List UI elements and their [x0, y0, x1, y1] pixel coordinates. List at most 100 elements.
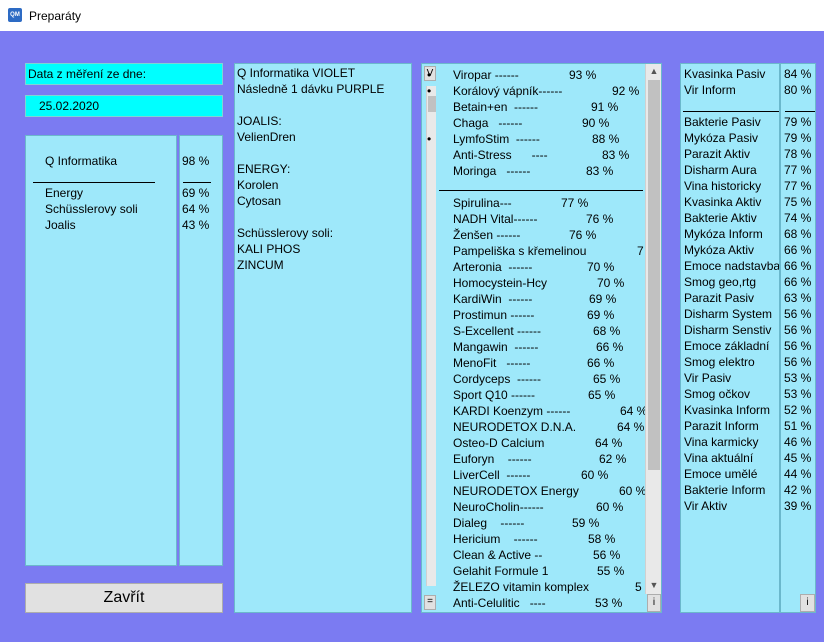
category-label[interactable]: Kvasinka Pasiv [684, 66, 765, 82]
category-value[interactable]: 46 % [784, 434, 811, 450]
category-label[interactable]: Kvasinka Inform [684, 402, 770, 418]
preparations-list[interactable]: V = • Viropar ------ 93 % • Korálový vápník-… [421, 63, 662, 613]
category-label[interactable]: Kvasinka Aktiv [684, 194, 761, 210]
list-item[interactable]: Moringa ------ 83 % [422, 163, 644, 179]
list-item[interactable]: Ženšen ------ 76 % [422, 227, 644, 243]
category-value[interactable]: 42 % [784, 482, 811, 498]
category-value[interactable]: 56 % [784, 354, 811, 370]
category-value[interactable]: 56 % [784, 338, 811, 354]
category-label[interactable]: Mykóza Inform [684, 226, 763, 242]
prescription-text-panel[interactable]: Q Informatika VIOLET Následně 1 dávku PUR… [234, 63, 412, 613]
category-value[interactable]: 53 % [784, 370, 811, 386]
category-value[interactable]: 79 % [784, 114, 811, 130]
list-item[interactable]: NEURODETOX D.N.A. 64 % [422, 419, 644, 435]
category-value[interactable]: 66 % [784, 242, 811, 258]
category-value[interactable]: 84 % [784, 66, 811, 82]
category-label[interactable]: Disharm Senstiv [684, 322, 771, 338]
category-label[interactable]: Disharm Aura [684, 162, 757, 178]
category-value[interactable]: 80 % [784, 82, 811, 98]
list-item[interactable]: NEURODETOX Energy 60 % [422, 483, 646, 499]
category-label[interactable]: Bakterie Aktiv [684, 210, 757, 226]
category-value[interactable]: 66 % [784, 274, 811, 290]
list-item[interactable]: Hericium ------ 58 % [422, 531, 644, 547]
list-item[interactable]: Arteronia ------ 70 % [422, 259, 644, 275]
category-value[interactable]: 77 % [784, 162, 811, 178]
list-item[interactable]: Sport Q10 ------ 65 % [422, 387, 644, 403]
category-label[interactable]: Emoce umělé [684, 466, 757, 482]
list-item[interactable]: • Viropar ------ 93 % [422, 67, 644, 83]
category-label[interactable]: Vina historicky [684, 178, 761, 194]
category-label[interactable]: Smog geo,rtg [684, 274, 756, 290]
preparations-scrollbar-thumb[interactable] [648, 80, 660, 470]
list-item[interactable]: Betain+en ------ 91 % [422, 99, 644, 115]
list-item[interactable]: NeuroCholin------ 60 % [422, 499, 644, 515]
list-item[interactable]: MenoFit ------ 66 % [422, 355, 644, 371]
list-item[interactable]: Chaga ------ 90 % [422, 115, 644, 131]
list-item[interactable]: Spirulina--- 77 % [422, 195, 644, 211]
category-value[interactable]: 45 % [784, 450, 811, 466]
category-value[interactable]: 68 % [784, 226, 811, 242]
category-value[interactable]: 78 % [784, 146, 811, 162]
scroll-down-arrow-icon[interactable]: ▼ [646, 580, 661, 590]
list-item[interactable]: Cordyceps ------ 65 % [422, 371, 644, 387]
category-value[interactable]: 66 % [784, 258, 811, 274]
category-label[interactable]: Bakterie Pasiv [684, 114, 761, 130]
list-item[interactable]: Clean & Active -- 56 % [422, 547, 644, 563]
category-label[interactable]: Vir Pasiv [684, 370, 731, 386]
list-item[interactable]: KardiWin ------ 69 % [422, 291, 644, 307]
list-item[interactable]: Pampeliška s křemelinou 7 [422, 243, 644, 259]
list-item[interactable]: Anti-Celulitic ---- 53 % [422, 595, 644, 611]
item-label: Homocystein-Hcy [453, 276, 548, 290]
category-label[interactable]: Parazit Aktiv [684, 146, 750, 162]
category-label[interactable]: Mykóza Aktiv [684, 242, 754, 258]
list-item[interactable]: Prostimun ------ 69 % [422, 307, 644, 323]
item-label: MenoFit ------ [453, 356, 531, 370]
category-label[interactable]: Emoce nadstavba [684, 258, 779, 274]
preparations-scrollbar[interactable]: ▲ ▼ [645, 64, 661, 594]
list-item[interactable]: KARDI Koenzym ------ 64 % [422, 403, 647, 419]
category-label[interactable]: Smog očkov [684, 386, 750, 402]
category-value[interactable]: 75 % [784, 194, 811, 210]
category-value[interactable]: 39 % [784, 498, 811, 514]
scroll-up-arrow-icon[interactable]: ▲ [646, 66, 661, 76]
category-value[interactable]: 51 % [784, 418, 811, 434]
category-value[interactable]: 79 % [784, 130, 811, 146]
category-label[interactable]: Emoce základní [684, 338, 769, 354]
list-item[interactable]: S-Excellent ------ 68 % [422, 323, 644, 339]
list-item[interactable]: Mangawin ------ 66 % [422, 339, 644, 355]
list-item[interactable]: NADH Vital------ 76 % [422, 211, 644, 227]
category-value[interactable]: 56 % [784, 306, 811, 322]
category-label[interactable]: Parazit Inform [684, 418, 759, 434]
category-label[interactable]: Vina aktuální [684, 450, 753, 466]
list-item[interactable]: Anti-Stress ---- 83 % [422, 147, 644, 163]
category-label[interactable]: Parazit Pasiv [684, 290, 754, 306]
list-item[interactable]: Osteo-D Calcium 64 % [422, 435, 644, 451]
category-label[interactable]: Disharm System [684, 306, 772, 322]
category-label[interactable]: Vir Inform [684, 82, 736, 98]
category-value[interactable]: 56 % [784, 322, 811, 338]
info-button[interactable]: i [647, 594, 661, 612]
category-label[interactable]: Smog elektro [684, 354, 755, 370]
category-label[interactable]: Bakterie Inform [684, 482, 765, 498]
info-button-right[interactable]: i [800, 594, 815, 612]
category-value[interactable]: 63 % [784, 290, 811, 306]
list-item[interactable]: ŽELEZO vitamin komplex 5 [422, 579, 644, 595]
list-item[interactable]: • Korálový vápník------ 92 % [422, 83, 644, 99]
category-label[interactable]: Vir Aktiv [684, 498, 727, 514]
category-label[interactable]: Mykóza Pasiv [684, 130, 758, 146]
category-value[interactable]: 44 % [784, 466, 811, 482]
list-item[interactable]: Gelahit Formule 1 55 % [422, 563, 644, 579]
category-label[interactable]: Vina karmicky [684, 434, 758, 450]
categories-values-list[interactable]: 84 % 80 % 79 % 79 % 78 % 77 % 77 % 75 % 74 % 68 %… [780, 63, 816, 613]
list-item[interactable]: Euforyn ------ 62 % [422, 451, 644, 467]
list-item[interactable]: Homocystein-Hcy 70 % [422, 275, 644, 291]
category-value[interactable]: 52 % [784, 402, 811, 418]
category-value[interactable]: 77 % [784, 178, 811, 194]
list-item[interactable]: LiverCell ------ 60 % [422, 467, 644, 483]
close-button[interactable]: Zavřít [25, 583, 223, 613]
category-value[interactable]: 53 % [784, 386, 811, 402]
categories-list[interactable]: Kvasinka Pasiv Vir Inform Bakterie Pasiv My… [680, 63, 780, 613]
list-item[interactable]: • LymfoStim ------ 88 % [422, 131, 644, 147]
list-item[interactable]: Dialeg ------ 59 % [422, 515, 644, 531]
category-value[interactable]: 74 % [784, 210, 811, 226]
